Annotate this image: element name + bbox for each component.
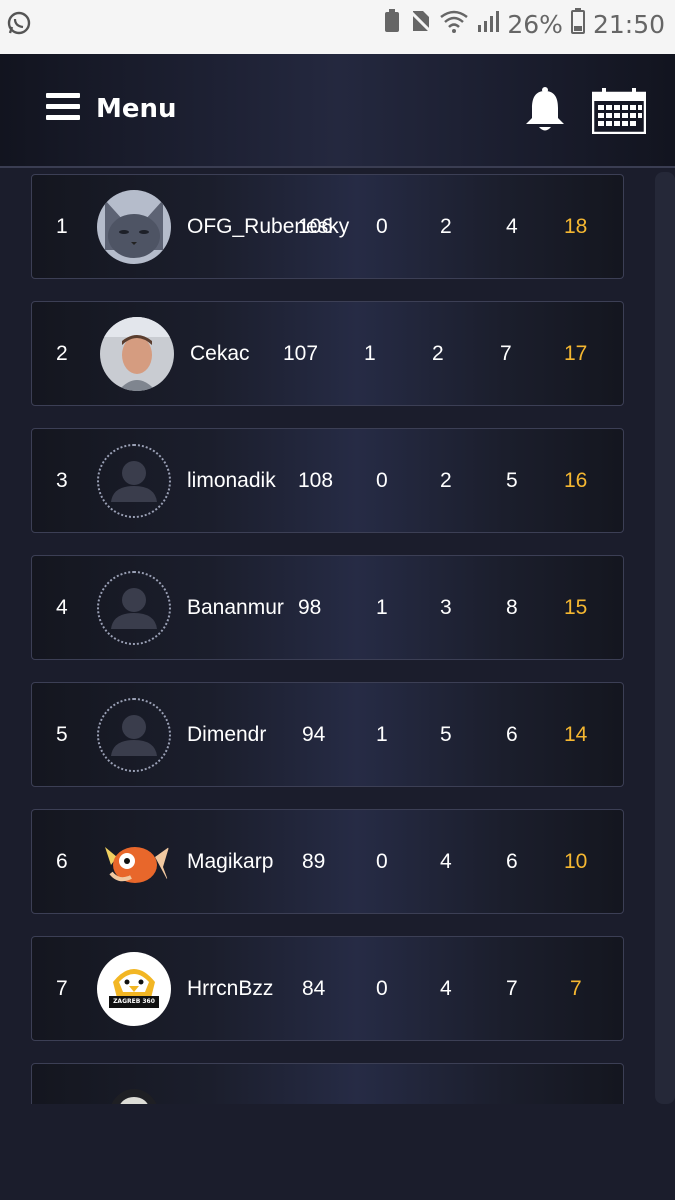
stat-c: 2 (432, 341, 444, 365)
stat-d: 7 (500, 341, 512, 365)
menu-button[interactable]: Menu (46, 92, 177, 126)
stat-a: 108 (298, 468, 334, 492)
player-name: Magikarp (187, 849, 274, 873)
clock: 21:50 (592, 9, 665, 39)
stat-b: 1 (376, 595, 388, 619)
points: 7 (570, 976, 582, 1000)
stat-d: 6 (506, 722, 518, 746)
standings-row-partial[interactable] (31, 1063, 624, 1104)
stat-a: 89 (302, 849, 326, 873)
points: 17 (564, 341, 588, 365)
rank: 3 (56, 468, 68, 492)
avatar (97, 190, 171, 264)
stat-c: 3 (440, 595, 452, 619)
wifi-icon (439, 9, 469, 39)
standings-row[interactable]: 5 Dimendr 94 1 5 6 14 (31, 682, 624, 787)
stat-b: 0 (376, 849, 388, 873)
rank: 6 (56, 849, 68, 873)
stat-c: 4 (440, 976, 452, 1000)
stat-a: 106 (298, 214, 334, 238)
signal-icon (477, 9, 500, 39)
stat-b: 1 (364, 341, 376, 365)
logo-text: ZAGREB 360 (113, 998, 155, 1005)
standings-row[interactable]: 2 Cekac 107 1 2 7 17 (31, 301, 624, 406)
avatar (97, 571, 171, 645)
stat-d: 5 (506, 468, 518, 492)
stat-a: 107 (283, 341, 319, 365)
avatar (97, 1079, 171, 1104)
stat-a: 84 (302, 976, 326, 1000)
calendar-icon[interactable] (591, 88, 647, 138)
points: 14 (564, 722, 588, 746)
bell-icon[interactable] (524, 86, 566, 138)
standings-row[interactable]: 7 ZAGREB 360 HrrcnBzz 84 0 4 7 7 (31, 936, 624, 1041)
stat-d: 4 (506, 214, 518, 238)
no-sim-icon (409, 9, 432, 39)
recycle-battery-icon (383, 9, 401, 39)
rank: 7 (56, 976, 68, 1000)
points: 10 (564, 849, 588, 873)
whatsapp-icon (6, 10, 32, 40)
stat-b: 1 (376, 722, 388, 746)
stat-a: 98 (298, 595, 322, 619)
standings-row[interactable]: 4 Bananmur 98 1 3 8 15 (31, 555, 624, 660)
player-name: HrrcnBzz (187, 976, 274, 1000)
player-name: Cekac (190, 341, 250, 365)
hamburger-icon (46, 92, 80, 126)
rank: 1 (56, 214, 68, 238)
stat-d: 7 (506, 976, 518, 1000)
standings-row[interactable]: 6 Magikarp 89 0 4 6 10 (31, 809, 624, 914)
stat-c: 2 (440, 468, 452, 492)
standings-row[interactable]: 1 OFG_Rubenesky 106 0 2 4 18 (31, 174, 624, 279)
status-bar: 26% 21:50 (0, 0, 675, 54)
menu-label: Menu (96, 94, 177, 124)
avatar (97, 444, 171, 518)
rank: 5 (56, 722, 68, 746)
stat-c: 5 (440, 722, 452, 746)
stat-c: 4 (440, 849, 452, 873)
player-name: Bananmur (187, 595, 284, 619)
standings-list: 1 OFG_Rubenesky 106 0 2 4 18 2 Cekac 107… (0, 166, 675, 1104)
app-header: Menu (0, 54, 675, 168)
avatar (97, 825, 171, 899)
points: 15 (564, 595, 588, 619)
stat-b: 0 (376, 468, 388, 492)
stat-d: 8 (506, 595, 518, 619)
points: 16 (564, 468, 588, 492)
points: 18 (564, 214, 588, 238)
battery-icon (570, 8, 585, 40)
stat-b: 0 (376, 976, 388, 1000)
stat-b: 0 (376, 214, 388, 238)
stat-c: 2 (440, 214, 452, 238)
standings-row[interactable]: 3 limonadik 108 0 2 5 16 (31, 428, 624, 533)
rank: 4 (56, 595, 68, 619)
battery-percent: 26% (507, 9, 563, 39)
player-name: limonadik (187, 468, 276, 492)
avatar: ZAGREB 360 (97, 952, 171, 1026)
rank: 2 (56, 341, 68, 365)
player-name: Dimendr (187, 722, 267, 746)
stat-d: 6 (506, 849, 518, 873)
stat-a: 94 (302, 722, 326, 746)
avatar (100, 317, 174, 391)
avatar (97, 698, 171, 772)
bottom-panel (0, 1104, 675, 1200)
